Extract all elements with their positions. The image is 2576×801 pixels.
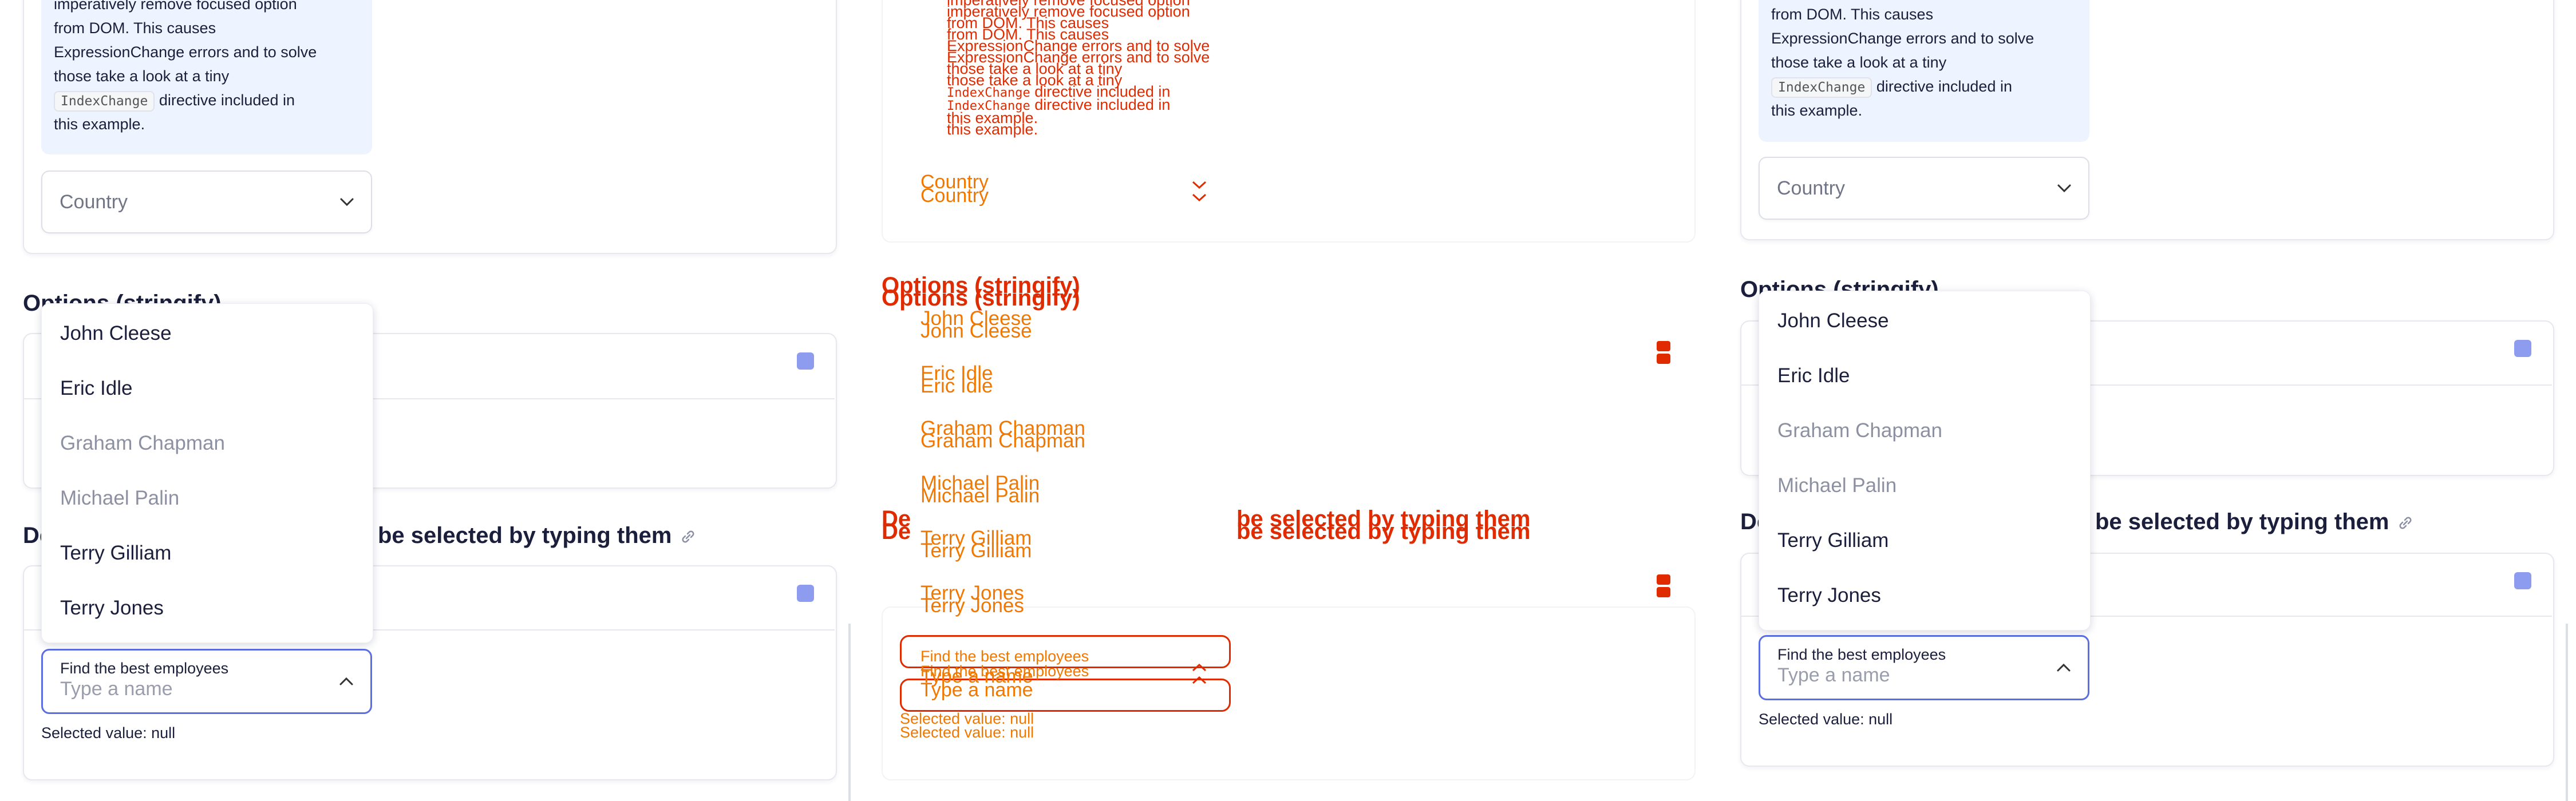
- index-change-code: IndexChange: [54, 91, 155, 112]
- bolt-icon[interactable]: [2514, 572, 2531, 589]
- country-select[interactable]: Country: [41, 170, 372, 233]
- bolt-icon[interactable]: [1656, 573, 1672, 598]
- index-change-code: IndexChange: [1771, 77, 1872, 98]
- country-placeholder: Country: [1777, 177, 1846, 199]
- chevron-down-icon: [340, 198, 354, 207]
- notice-line: from DOM. This causes: [54, 19, 216, 37]
- selected-value: Selected value: null: [1759, 711, 1893, 728]
- option-item[interactable]: Graham Chapman: [1777, 419, 1942, 442]
- option-item[interactable]: Terry Gilliam: [1777, 529, 1888, 552]
- employee-dropdown: John Cleese Eric Idle Graham Chapman Mic…: [1759, 291, 2091, 631]
- notice-line: directive included in: [1876, 78, 2012, 95]
- bolt-icon[interactable]: [2514, 340, 2531, 357]
- debug-options: John Cleese John Cleese Eric Idle Eric Idl…: [920, 307, 1085, 617]
- chevron-up-icon[interactable]: [1191, 674, 1208, 685]
- chevron-down-icon: [2057, 184, 2071, 193]
- typing-title-right: be selected by typing them: [378, 523, 697, 549]
- option-item[interactable]: Eric Idle: [60, 377, 132, 400]
- debug-country: Country Country: [920, 171, 989, 207]
- option-item[interactable]: Michael Palin: [60, 487, 179, 510]
- debug-employee-input: Type a name Type a name: [920, 665, 1033, 701]
- debug-typing-title: be selected by typing them be selected by…: [1236, 506, 1531, 544]
- chevron-up-icon[interactable]: [337, 672, 355, 691]
- option-item[interactable]: Graham Chapman: [60, 432, 225, 455]
- notice-line: imperatively remove focused option: [54, 0, 297, 13]
- left-demo-panel: imperatively remove focused option from …: [0, 0, 859, 801]
- option-item[interactable]: Terry Gilliam: [60, 542, 171, 565]
- chevron-up-icon[interactable]: [2055, 659, 2073, 677]
- middle-debug-panel: imperatively remove focused option impera…: [859, 0, 1717, 801]
- debug-typing-title-left: De De: [882, 506, 911, 544]
- employee-label: Find the best employees: [60, 660, 229, 677]
- notice-line: those take a look at a tiny: [54, 68, 230, 85]
- notice-line: directive included in: [159, 92, 295, 109]
- chevron-down-icon: [1192, 193, 1207, 202]
- employee-input[interactable]: Type a name: [1777, 664, 1890, 687]
- option-item[interactable]: Michael Palin: [1777, 474, 1897, 497]
- notice-line: ExpressionChange errors and to solve: [1771, 30, 2034, 47]
- focus-notice: imperatively remove focused option from …: [1759, 0, 2089, 142]
- notice-line: this example.: [54, 116, 145, 133]
- bolt-icon[interactable]: [797, 585, 814, 602]
- link-icon[interactable]: [679, 528, 697, 545]
- employee-label: Find the best employees: [1777, 646, 1946, 663]
- employee-input[interactable]: Type a name: [60, 678, 173, 700]
- chevron-down-icon: [1192, 181, 1207, 189]
- debug-options-title: Options (stringify) Options (stringify): [882, 273, 1080, 311]
- country-placeholder: Country: [60, 191, 128, 213]
- option-item[interactable]: Terry Jones: [60, 597, 164, 620]
- option-item[interactable]: Eric Idle: [1777, 364, 1850, 387]
- country-select[interactable]: Country: [1759, 157, 2089, 220]
- employee-combobox[interactable]: Find the best employees Type a name: [41, 649, 372, 714]
- employee-dropdown: John Cleese Eric Idle Graham Chapman Mic…: [41, 303, 373, 643]
- debug-selected-value: Selected value: null Selected value: null: [900, 710, 1034, 741]
- focus-notice: imperatively remove focused option from …: [41, 0, 372, 154]
- selected-value: Selected value: null: [41, 724, 176, 741]
- option-item[interactable]: John Cleese: [60, 322, 172, 345]
- debug-notice: imperatively remove focused option impera…: [947, 0, 1210, 138]
- bolt-icon[interactable]: [1656, 340, 1672, 365]
- typing-title-right: be selected by typing them: [2095, 509, 2414, 535]
- right-demo-panel: imperatively remove focused option from …: [1717, 0, 2576, 801]
- option-item[interactable]: Terry Jones: [1777, 584, 1881, 607]
- notice-line: from DOM. This causes: [1771, 6, 1934, 23]
- chevron-up-icon[interactable]: [1191, 661, 1208, 673]
- link-icon[interactable]: [2397, 514, 2414, 532]
- notice-line: those take a look at a tiny: [1771, 54, 1947, 71]
- notice-line: ExpressionChange errors and to solve: [54, 43, 317, 61]
- employee-combobox[interactable]: Find the best employees Type a name: [1759, 635, 2089, 700]
- option-item[interactable]: John Cleese: [1777, 310, 1889, 332]
- bolt-icon[interactable]: [797, 352, 814, 370]
- notice-line: this example.: [1771, 102, 1863, 119]
